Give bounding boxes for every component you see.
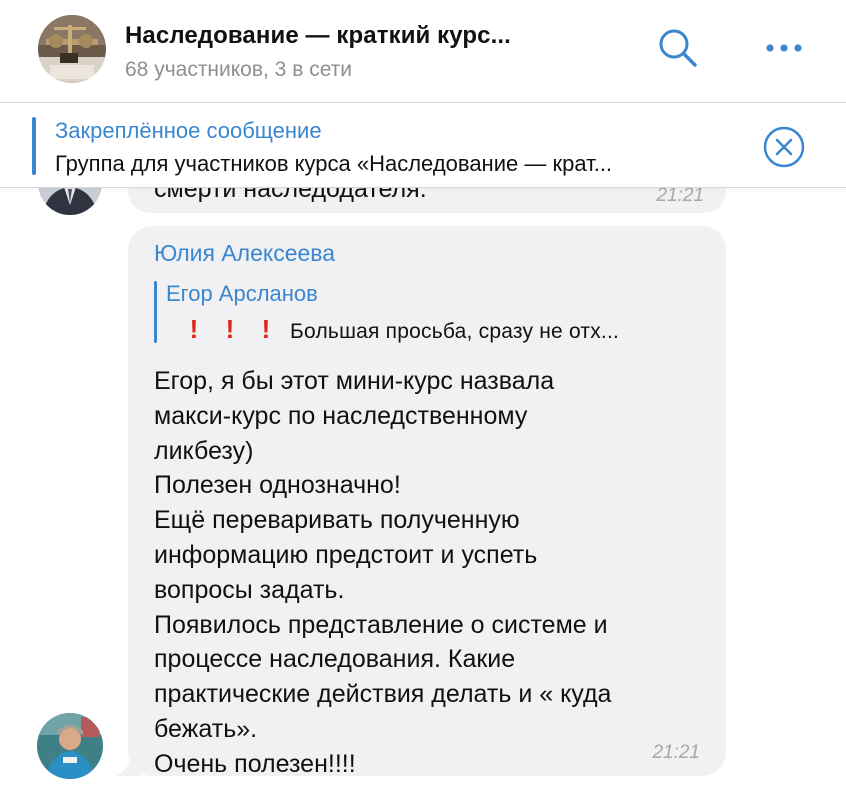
- message-line: ликбезу): [154, 436, 254, 465]
- message-time: 21:21: [656, 187, 704, 206]
- pinned-message[interactable]: Закреплённое сообщение Группа для участн…: [0, 102, 846, 188]
- chat-header: Наследование — краткий курс... 68 участн…: [0, 0, 846, 102]
- message-line: информацию предстоит и успеть: [154, 540, 538, 569]
- reply-sender-name: Егор Арсланов: [166, 281, 318, 306]
- message-line: Ещё переваривать полученную: [154, 506, 520, 535]
- exclamation-icon: !: [261, 314, 271, 344]
- message-list[interactable]: смерти наследодателя. 21:21 Юлия Алексее…: [0, 187, 846, 788]
- message-line: Очень полезен!!!!: [154, 749, 356, 778]
- message-time: 21:21: [652, 742, 700, 763]
- close-circle-icon: [763, 126, 805, 168]
- exclamation-icon: !: [225, 314, 235, 344]
- message-bubble[interactable]: смерти наследодателя. 21:21: [128, 187, 726, 213]
- message-line: Появилось представление о системе и: [154, 610, 608, 639]
- message-line: процессе наследования. Какие: [154, 645, 516, 674]
- search-icon: [659, 29, 697, 67]
- message-text: Егор, я бы этот мини-курс назвала макси-…: [154, 364, 710, 782]
- reply-accent-bar: [154, 281, 157, 343]
- message-text: смерти наследодателя.: [154, 187, 427, 203]
- pinned-text: Группа для участников курса «Наследовани…: [55, 151, 613, 176]
- pinned-title: Закреплённое сообщение: [55, 118, 322, 143]
- search-button[interactable]: [656, 26, 700, 70]
- group-avatar[interactable]: [38, 15, 106, 83]
- sender-name[interactable]: Юлия Алексеева: [154, 240, 335, 267]
- reply-text: !!! Большая просьба, сразу не отх...: [176, 314, 619, 345]
- more-button[interactable]: [762, 26, 806, 70]
- more-icon: [766, 44, 802, 52]
- avatar[interactable]: [37, 713, 103, 779]
- message-line: практические действия делать и « куда: [154, 680, 612, 709]
- message-bubble[interactable]: Юлия Алексеева Егор Арсланов !!! Большая…: [128, 226, 726, 778]
- message-line: бежать».: [154, 714, 258, 743]
- message-line: Егор, я бы этот мини-курс назвала: [154, 367, 555, 395]
- exclamation-icon: !: [189, 314, 199, 344]
- message-line: Полезен однозначно!: [154, 471, 401, 500]
- avatar[interactable]: [38, 187, 102, 215]
- message-line: вопросы задать.: [154, 575, 345, 604]
- close-pinned-button[interactable]: [762, 125, 806, 169]
- chat-subtitle: 68 участников, 3 в сети: [125, 58, 353, 81]
- message-line: макси-курс по наследственному: [154, 401, 528, 430]
- reply-preview[interactable]: Егор Арсланов !!! Большая просьба, сразу…: [154, 281, 704, 345]
- chat-title[interactable]: Наследование — краткий курс...: [125, 22, 511, 50]
- pinned-accent-bar: [32, 117, 36, 175]
